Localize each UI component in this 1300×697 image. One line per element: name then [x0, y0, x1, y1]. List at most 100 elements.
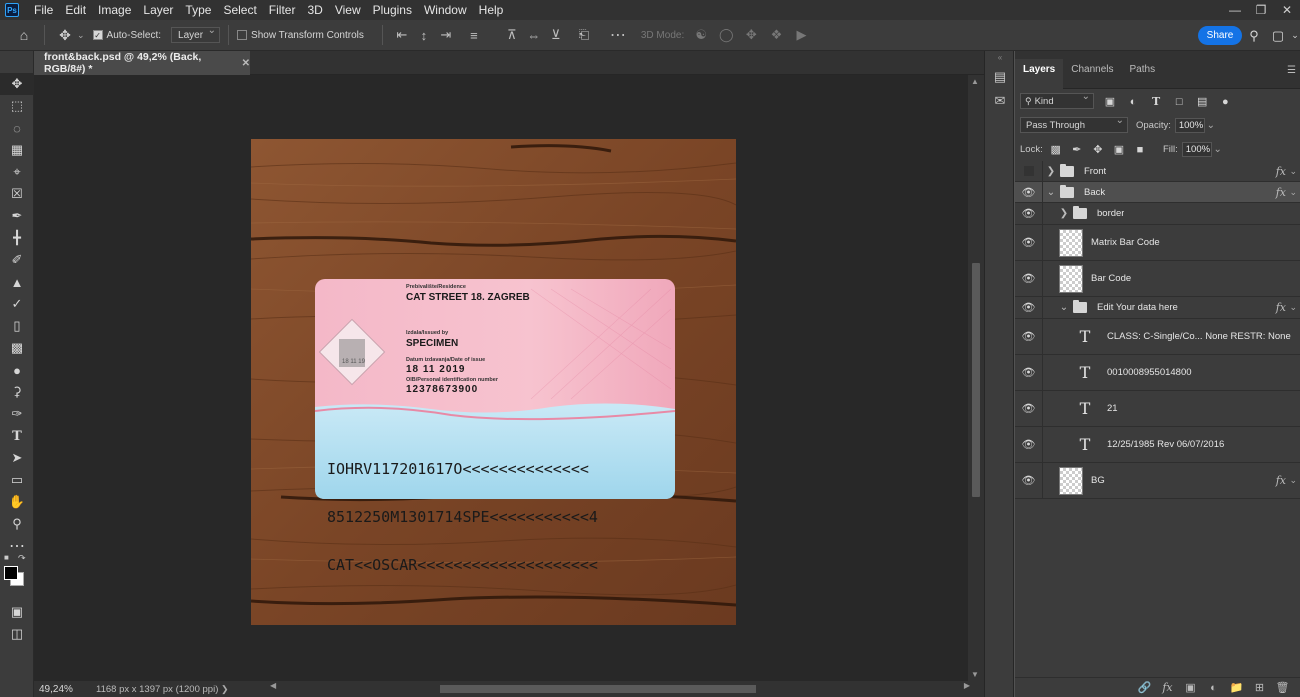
visibility-toggle[interactable]: 👁: [1015, 463, 1043, 498]
workspace-dropdown-icon[interactable]: ⌄: [1290, 30, 1300, 41]
fill-dropdown-icon[interactable]: ⌄: [1212, 144, 1224, 155]
expand-arrow-icon[interactable]: ❯: [1059, 208, 1069, 219]
layer-row-edit-data-group[interactable]: 👁 ⌄ Edit Your data here fx ⌄: [1015, 297, 1300, 319]
marquee-tool-icon[interactable]: ⬚: [0, 95, 34, 117]
layer-row-bg[interactable]: 👁 BG fx ⌄: [1015, 463, 1300, 499]
menu-select[interactable]: Select: [217, 3, 262, 17]
visibility-toggle[interactable]: 👁: [1015, 391, 1043, 426]
3d-slide-icon[interactable]: ❖: [765, 27, 787, 43]
filter-toggle-icon[interactable]: ●: [1215, 96, 1235, 108]
filter-adjustment-icon[interactable]: ◐: [1123, 96, 1143, 108]
panel-menu-icon[interactable]: ☰: [1287, 65, 1296, 76]
blend-mode-dropdown[interactable]: Pass Through: [1020, 115, 1128, 133]
foreground-color-swatch[interactable]: [4, 566, 18, 580]
fx-icon[interactable]: fx: [1276, 165, 1286, 178]
auto-select-checkbox[interactable]: ✓: [92, 30, 103, 40]
quick-mask-icon[interactable]: ▣: [0, 601, 34, 623]
healing-tool-icon[interactable]: ╋: [0, 227, 34, 249]
3d-orbit-icon[interactable]: ☯: [690, 27, 712, 43]
filter-kind-dropdown[interactable]: ⚲ Kind: [1020, 91, 1094, 109]
scroll-right-icon[interactable]: ▶: [964, 681, 970, 690]
screen-mode-icon[interactable]: ◫: [0, 623, 34, 645]
swap-colors-icon[interactable]: ↷: [18, 553, 26, 564]
3d-roll-icon[interactable]: ◯: [715, 27, 737, 43]
hand-tool-icon[interactable]: ✋: [0, 491, 34, 513]
move-tool-icon[interactable]: ✥: [0, 73, 34, 95]
status-menu-icon[interactable]: ❯: [221, 684, 229, 695]
object-select-tool-icon[interactable]: ▦: [0, 139, 34, 161]
tab-paths[interactable]: Paths: [1122, 59, 1164, 89]
horizontal-scroll-thumb[interactable]: [440, 685, 756, 693]
fx-dropdown-icon[interactable]: ⌄: [1289, 166, 1297, 177]
more-options-icon[interactable]: ⋯: [607, 25, 629, 45]
tab-layers[interactable]: Layers: [1015, 59, 1064, 89]
layer-row-border[interactable]: 👁 ❯ border: [1015, 203, 1300, 225]
menu-image[interactable]: Image: [92, 3, 137, 17]
fill-input[interactable]: 100%: [1181, 141, 1212, 157]
add-mask-icon[interactable]: ▣: [1179, 681, 1202, 694]
visibility-toggle[interactable]: 👁: [1015, 355, 1043, 390]
add-style-icon[interactable]: fx: [1156, 681, 1179, 694]
auto-select-target-dropdown[interactable]: Layer: [171, 25, 221, 43]
visibility-toggle[interactable]: [1015, 161, 1043, 181]
dodge-tool-icon[interactable]: ⚳: [0, 381, 34, 403]
pen-tool-icon[interactable]: ✑: [0, 403, 34, 425]
layer-row-text-number[interactable]: 👁 T 0010008955014800: [1015, 355, 1300, 391]
horizontal-scrollbar[interactable]: ◀ ▶: [270, 681, 970, 694]
history-brush-tool-icon[interactable]: ✓: [0, 293, 34, 315]
link-layers-icon[interactable]: 🔗: [1133, 681, 1156, 694]
search-icon[interactable]: ⚲: [1242, 28, 1266, 44]
eraser-tool-icon[interactable]: ▯: [0, 315, 34, 337]
photoshop-logo[interactable]: Ps: [5, 3, 19, 17]
fx-dropdown-icon[interactable]: ⌄: [1289, 475, 1297, 486]
filter-type-icon[interactable]: T: [1146, 95, 1166, 108]
layer-row-matrix-bar-code[interactable]: 👁 Matrix Bar Code: [1015, 225, 1300, 261]
layer-row-bar-code[interactable]: 👁 Bar Code: [1015, 261, 1300, 297]
scroll-up-icon[interactable]: ▲: [971, 77, 979, 86]
tab-channels[interactable]: Channels: [1063, 59, 1121, 89]
lock-all-icon[interactable]: ■: [1131, 144, 1149, 156]
lasso-tool-icon[interactable]: ◌: [0, 117, 34, 139]
3d-pan-icon[interactable]: ✥: [740, 27, 762, 43]
3d-scale-icon[interactable]: ▶: [790, 27, 812, 43]
distribute-h-icon[interactable]: ≡: [463, 28, 485, 43]
new-group-icon[interactable]: 📁: [1225, 681, 1248, 694]
align-top-icon[interactable]: ⊼: [501, 27, 523, 43]
align-vcenter-icon[interactable]: ⇔: [523, 28, 545, 43]
minimize-icon[interactable]: —: [1222, 0, 1248, 20]
close-icon[interactable]: ✕: [1274, 0, 1300, 20]
eyedropper-tool-icon[interactable]: ✒: [0, 205, 34, 227]
history-panel-icon[interactable]: ▤: [985, 65, 1015, 89]
path-select-tool-icon[interactable]: ➤: [0, 447, 34, 469]
visibility-toggle[interactable]: 👁: [1015, 319, 1043, 354]
menu-3d[interactable]: 3D: [301, 3, 328, 17]
layer-row-text-21[interactable]: 👁 T 21: [1015, 391, 1300, 427]
home-icon[interactable]: ⌂: [12, 24, 36, 46]
visibility-toggle[interactable]: 👁: [1015, 427, 1043, 462]
menu-window[interactable]: Window: [418, 3, 473, 17]
lock-position-icon[interactable]: ✥: [1089, 143, 1107, 156]
scroll-left-icon[interactable]: ◀: [270, 681, 276, 690]
close-tab-icon[interactable]: ✕: [242, 58, 250, 69]
tool-preset-dropdown-icon[interactable]: ⌄: [77, 30, 85, 41]
opacity-input[interactable]: 100%: [1174, 117, 1205, 133]
menu-help[interactable]: Help: [473, 3, 510, 17]
layer-row-text-date[interactable]: 👁 T 12/25/1985 Rev 06/07/2016: [1015, 427, 1300, 463]
delete-layer-icon[interactable]: 🗑: [1271, 681, 1294, 694]
filter-pixel-icon[interactable]: ▣: [1100, 95, 1120, 108]
frame-tool-icon[interactable]: ☒: [0, 183, 34, 205]
new-layer-icon[interactable]: ⊞: [1248, 681, 1271, 694]
vertical-scroll-thumb[interactable]: [972, 263, 980, 497]
document-canvas[interactable]: Prebivalište/Residence CAT STREET 18. ZA…: [251, 139, 736, 625]
brush-tool-icon[interactable]: ✐: [0, 249, 34, 271]
visibility-toggle[interactable]: 👁: [1015, 225, 1043, 260]
align-left-icon[interactable]: ⇤: [391, 27, 413, 43]
type-tool-icon[interactable]: T: [0, 425, 34, 447]
align-right-icon[interactable]: ⇥: [435, 27, 457, 43]
visibility-toggle[interactable]: 👁: [1015, 261, 1043, 296]
workspace-icon[interactable]: ▢: [1266, 28, 1290, 44]
document-tab[interactable]: front&back.psd @ 49,2% (Back, RGB/8#) * …: [34, 51, 250, 75]
zoom-tool-icon[interactable]: ⚲: [0, 513, 34, 535]
share-button[interactable]: Share: [1198, 26, 1242, 45]
gradient-tool-icon[interactable]: ▩: [0, 337, 34, 359]
